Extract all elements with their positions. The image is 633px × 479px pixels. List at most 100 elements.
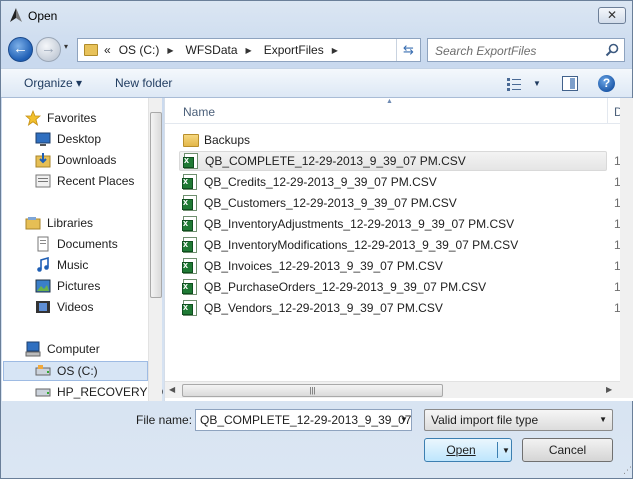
- star-icon: [25, 110, 41, 126]
- file-name-value: QB_COMPLETE_12-29-2013_9_39_07 I: [200, 413, 412, 427]
- csv-file-icon: [182, 279, 197, 295]
- address-row: ← → ▾ « OS (C:) ▶ WFSData ▶ ExportFiles …: [1, 33, 632, 65]
- breadcrumb: « OS (C:) ▶ WFSData ▶ ExportFiles ▶: [104, 43, 350, 57]
- file-name: QB_COMPLETE_12-29-2013_9_39_07 PM.CSV: [205, 154, 466, 168]
- close-button[interactable]: ✕: [598, 7, 626, 24]
- nav-favorites[interactable]: Favorites: [25, 110, 96, 126]
- resize-grip-icon[interactable]: ⋰: [623, 465, 632, 476]
- history-dropdown-icon[interactable]: ▾: [64, 42, 68, 51]
- csv-file-icon: [183, 153, 198, 169]
- file-row[interactable]: QB_InventoryModifications_12-29-2013_9_3…: [179, 235, 607, 255]
- view-dropdown-icon[interactable]: ▼: [533, 79, 541, 88]
- nav-music-label: Music: [57, 258, 89, 272]
- file-name: QB_Credits_12-29-2013_9_39_07 PM.CSV: [204, 175, 437, 189]
- search-icon: [605, 43, 619, 57]
- breadcrumb-exportfiles[interactable]: ExportFiles: [264, 43, 324, 57]
- nav-downloads[interactable]: Downloads: [35, 152, 116, 168]
- breadcrumb-overflow[interactable]: «: [104, 43, 111, 57]
- search-input[interactable]: Search ExportFiles: [427, 38, 625, 62]
- recent-places-icon: [35, 174, 51, 188]
- drive-icon: [35, 388, 51, 397]
- command-bar: Organize ▾ New folder ▼ ?: [1, 68, 632, 98]
- organize-button[interactable]: Organize ▾: [24, 76, 82, 90]
- split-divider: [497, 442, 498, 458]
- computer-icon: [25, 341, 41, 357]
- music-icon: [37, 257, 49, 272]
- csv-file-icon: [182, 195, 197, 211]
- column-name[interactable]: Name: [183, 105, 215, 119]
- nav-computer[interactable]: Computer: [25, 341, 100, 357]
- scroll-right-icon[interactable]: ▶: [606, 385, 612, 394]
- file-row[interactable]: QB_Vendors_12-29-2013_9_39_07 PM.CSV: [179, 298, 607, 318]
- column-divider[interactable]: [607, 98, 608, 124]
- back-button[interactable]: ←: [8, 37, 33, 62]
- file-list-horizontal-scrollbar[interactable]: ◀ ||| ▶: [165, 381, 620, 398]
- chevron-down-icon: ▼: [599, 415, 607, 424]
- app-icon: [10, 8, 22, 22]
- downloads-icon: [35, 153, 51, 168]
- help-icon[interactable]: ?: [598, 75, 615, 92]
- cancel-button[interactable]: Cancel: [522, 438, 613, 462]
- file-type-select[interactable]: Valid import file type ▼: [424, 409, 613, 431]
- forward-button[interactable]: →: [36, 37, 61, 62]
- videos-icon: [36, 301, 50, 313]
- file-name-label: File name:: [136, 413, 193, 427]
- new-folder-button[interactable]: New folder: [115, 76, 172, 90]
- file-list-vertical-scrollbar[interactable]: [620, 98, 633, 398]
- nav-pictures[interactable]: Pictures: [35, 278, 100, 294]
- csv-file-icon: [182, 216, 197, 232]
- nav-recent-places[interactable]: Recent Places: [35, 173, 134, 189]
- nav-libraries[interactable]: Libraries: [25, 215, 93, 231]
- nav-videos[interactable]: Videos: [35, 299, 93, 315]
- file-row[interactable]: QB_PurchaseOrders_12-29-2013_9_39_07 PM.…: [179, 277, 607, 297]
- file-row[interactable]: QB_Credits_12-29-2013_9_39_07 PM.CSV: [179, 172, 607, 192]
- nav-pictures-label: Pictures: [57, 279, 101, 293]
- open-dropdown-icon[interactable]: ▼: [502, 446, 510, 455]
- nav-os-c[interactable]: OS (C:): [35, 363, 98, 379]
- nav-hp-recovery[interactable]: HP_RECOVERY (D: [35, 384, 163, 400]
- navigation-pane: Favorites Desktop Downloads Recent Place…: [2, 98, 163, 401]
- chevron-right-icon[interactable]: ▶: [167, 46, 173, 55]
- nav-libraries-label: Libraries: [47, 216, 94, 230]
- desktop-icon: [35, 132, 51, 146]
- file-name: QB_Customers_12-29-2013_9_39_07 PM.CSV: [204, 196, 457, 210]
- file-name-field[interactable]: QB_COMPLETE_12-29-2013_9_39_07 I ▼: [195, 409, 412, 431]
- nav-scrollbar[interactable]: [148, 98, 162, 401]
- refresh-icon[interactable]: ⇆: [396, 39, 420, 61]
- column-header: ▲ Name Da: [165, 98, 633, 124]
- chevron-right-icon[interactable]: ▶: [246, 46, 252, 55]
- breadcrumb-wfsdata[interactable]: WFSData: [186, 43, 238, 57]
- view-options-icon[interactable]: [506, 77, 522, 91]
- horizontal-scrollbar-thumb[interactable]: |||: [182, 384, 443, 397]
- file-row[interactable]: QB_Invoices_12-29-2013_9_39_07 PM.CSV: [179, 256, 607, 276]
- file-list: ▲ Name Da Backups QB_COMPLETE_12-29-2013…: [164, 98, 633, 401]
- title-bar: Open ✕: [1, 1, 632, 31]
- file-row[interactable]: QB_Customers_12-29-2013_9_39_07 PM.CSV: [179, 193, 607, 213]
- chevron-right-icon[interactable]: ▶: [332, 46, 338, 55]
- nav-recent-label: Recent Places: [57, 174, 135, 188]
- file-name: Backups: [204, 133, 251, 147]
- sort-ascending-icon: ▲: [386, 98, 393, 105]
- documents-icon: [37, 236, 49, 252]
- preview-pane-icon[interactable]: [562, 76, 578, 91]
- nav-desktop-label: Desktop: [57, 132, 102, 146]
- nav-computer-label: Computer: [47, 342, 100, 356]
- file-row[interactable]: QB_InventoryAdjustments_12-29-2013_9_39_…: [179, 214, 607, 234]
- open-button[interactable]: Open ▼: [424, 438, 512, 462]
- file-name: QB_InventoryModifications_12-29-2013_9_3…: [204, 238, 519, 252]
- file-row-selected[interactable]: QB_COMPLETE_12-29-2013_9_39_07 PM.CSV: [179, 151, 607, 171]
- breadcrumb-os-c[interactable]: OS (C:): [119, 43, 160, 57]
- address-bar[interactable]: « OS (C:) ▶ WFSData ▶ ExportFiles ▶ ⇆: [77, 38, 421, 62]
- csv-file-icon: [182, 300, 197, 316]
- nav-music[interactable]: Music: [35, 257, 88, 273]
- nav-documents[interactable]: Documents: [35, 236, 118, 252]
- file-name: QB_Invoices_12-29-2013_9_39_07 PM.CSV: [204, 259, 443, 273]
- file-name-dropdown-icon[interactable]: ▼: [397, 410, 411, 430]
- nav-videos-label: Videos: [57, 300, 94, 314]
- scroll-left-icon[interactable]: ◀: [169, 385, 175, 394]
- nav-documents-label: Documents: [57, 237, 118, 251]
- nav-scrollbar-thumb[interactable]: [150, 112, 162, 298]
- file-name: QB_Vendors_12-29-2013_9_39_07 PM.CSV: [204, 301, 443, 315]
- nav-desktop[interactable]: Desktop: [35, 131, 101, 147]
- file-row[interactable]: Backups: [179, 130, 607, 150]
